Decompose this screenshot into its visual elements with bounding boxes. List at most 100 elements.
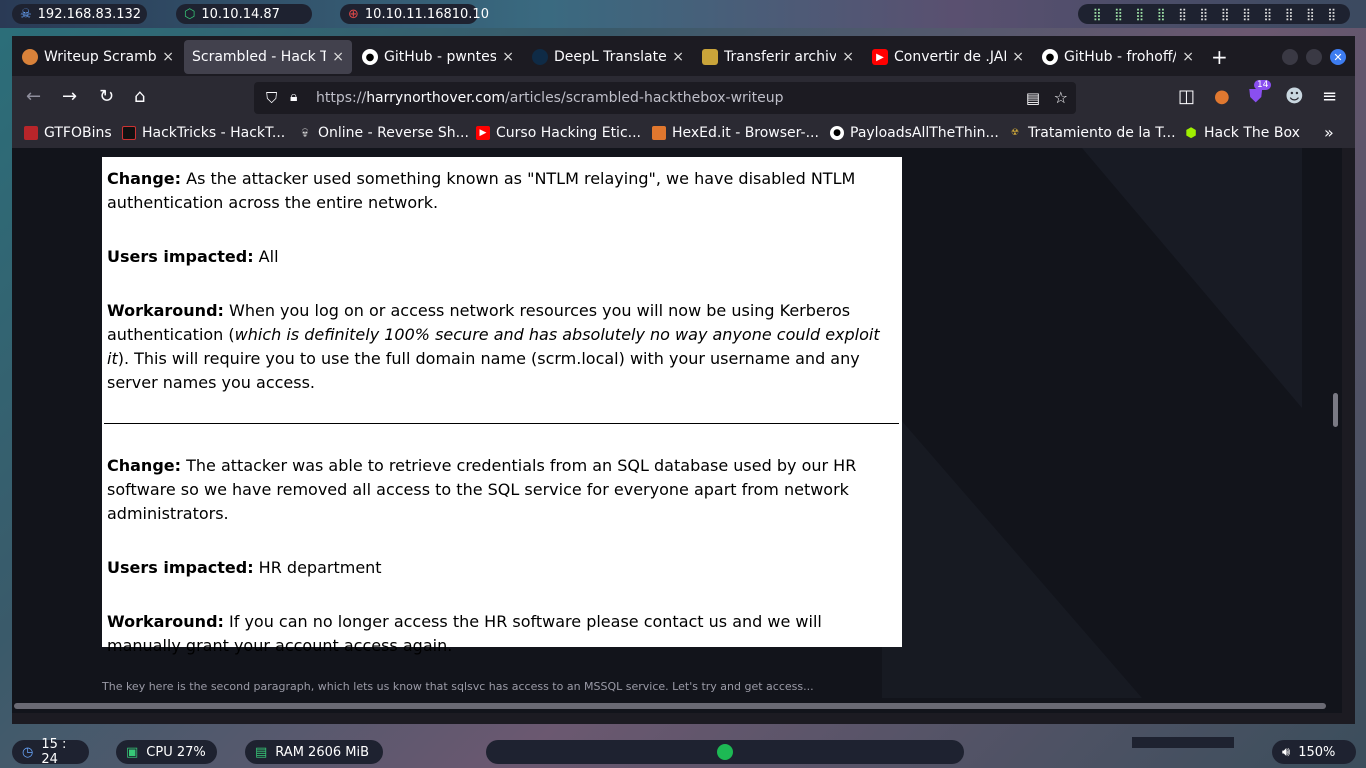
close-tab-icon[interactable]: × [162,49,174,65]
workaround-text: ). This will require you to use the full… [107,349,860,392]
pocket-icon[interactable]: ◫ [1178,86,1195,107]
extension-avatar-icon[interactable]: ☻ [1285,86,1304,107]
workspace-1[interactable]: ⣿ [1093,7,1102,21]
youtube-icon: ▶ [872,49,888,65]
local-ip-widget: ☠ 192.168.83.132 [12,4,147,24]
target-ip-widget: ⊕ 10.10.11.16810.10 [340,4,489,24]
background-shape [882,398,1142,698]
tab-github-pwntester[interactable]: ● GitHub - pwntester × [354,40,522,74]
workspace-7[interactable]: ⣿ [1221,7,1230,21]
workspace-5[interactable]: ⣿ [1178,7,1187,21]
url-bar[interactable]: ⛉ 🔒︎ https://harrynorthover.com/articles… [254,82,1076,114]
bookmark-label: Hack The Box [1204,125,1300,141]
volume-level: 150% [1298,744,1336,760]
back-icon[interactable]: ← [26,86,41,107]
close-tab-icon[interactable]: × [332,49,344,65]
bookmark-label: Online - Reverse Sh... [318,125,469,141]
close-tab-icon[interactable]: × [672,49,684,65]
skull-icon: 💀︎ [301,125,309,141]
bookmark-curso-hacking[interactable]: ▶ Curso Hacking Etic... [476,125,641,141]
more-bookmarks-icon[interactable]: » [1324,123,1334,142]
tab-title: Writeup Scrambled [44,49,157,65]
maximize-button[interactable] [1306,49,1322,65]
vertical-scrollbar[interactable] [1333,393,1338,427]
speaker-icon: 🔊︎ [1282,744,1291,760]
workspace-2[interactable]: ⣿ [1114,7,1123,21]
workspace-6[interactable]: ⣿ [1199,7,1208,21]
local-ip: 192.168.83.132 [37,6,142,22]
bookmark-label: Tratamiento de la T... [1028,125,1176,141]
clock-widget: ◷ 15 : 24 [12,737,89,767]
workspace-9[interactable]: ⣿ [1263,7,1272,21]
spotify-widget[interactable] [486,740,964,764]
bookmark-label: HackTricks - HackT... [142,125,286,141]
bookmark-gtfobins[interactable]: GTFOBins [24,125,112,141]
nav-toolbar: ← → ↻ ⌂ ⛉ 🔒︎ https://harrynorthover.com/… [12,76,1355,120]
vpn-ip: 10.10.14.87 [201,6,280,22]
system-top-bar: ☠ 192.168.83.132 ⬡ 10.10.14.87 ⊕ 10.10.1… [0,0,1366,28]
minimize-button[interactable] [1282,49,1298,65]
tab-writeup-scrambled[interactable]: Writeup Scrambled × [14,40,182,74]
change-2-paragraph: Change: The attacker was able to retriev… [107,454,896,526]
lock-icon[interactable]: 🔒︎ [290,89,297,105]
system-bottom-bar: ◷ 15 : 24 ▣ CPU 27% ▤ RAM 2606 MiB 🔊︎ 15… [0,736,1366,768]
forward-icon[interactable]: → [62,86,77,107]
tab-title: GitHub - pwntester [384,49,497,65]
change-text: The attacker was able to retrieve creden… [107,456,857,523]
workspace-12[interactable]: ⣿ [1327,7,1336,21]
tab-transferir-archivos[interactable]: Transferir archivos × [694,40,862,74]
new-tab-button[interactable]: + [1211,45,1228,69]
reader-view-icon[interactable]: ▤ [1026,89,1040,107]
tab-scrambled-htb[interactable]: Scrambled - Hack The × [184,40,352,74]
bookmark-reverse-shell[interactable]: 💀︎ Online - Reverse Sh... [298,125,469,141]
tratamiento-icon: ☢ [1010,128,1020,138]
cpu-widget: ▣ CPU 27% [116,740,217,764]
change-label: Change: [107,456,182,475]
volume-widget[interactable]: 🔊︎ 150% [1272,740,1356,764]
ram-icon: ▤ [255,744,268,760]
menu-icon[interactable]: ≡ [1322,86,1337,107]
cube-icon: ⬡ [184,6,196,22]
workspace-3[interactable]: ⣿ [1135,7,1144,21]
bookmark-hacktricks[interactable]: HackTricks - HackT... [122,125,285,141]
skull-icon: ☠ [20,6,32,22]
close-tab-icon[interactable]: × [1012,49,1024,65]
home-icon[interactable]: ⌂ [134,86,145,107]
tab-title: Convertir de .JAR [894,49,1007,65]
tab-deepl[interactable]: DeepL Translate × [524,40,692,74]
workspace-switcher[interactable]: ⣿ ⣿ ⣿ ⣿ ⣿ ⣿ ⣿ ⣿ ⣿ ⣿ ⣿ ⣿ [1078,4,1350,24]
reload-icon[interactable]: ↻ [99,86,114,107]
tab-github-frohoff[interactable]: ● GitHub - frohoff/y × [1034,40,1202,74]
users-text: All [253,247,279,266]
url-text[interactable]: https://harrynorthover.com/articles/scra… [316,90,784,106]
close-window-button[interactable]: ✕ [1330,49,1346,65]
hacktricks-icon [122,126,136,140]
bookmark-payloads[interactable]: ● PayloadsAllTheThin... [830,125,999,141]
hexed-icon [652,126,666,140]
bookmark-tratamiento[interactable]: ☢ Tratamiento de la T... [1008,125,1176,141]
ram-widget: ▤ RAM 2606 MiB [245,740,383,764]
workspace-11[interactable]: ⣿ [1306,7,1315,21]
extension-fox-icon[interactable]: ● [1214,86,1230,107]
bookmark-star-icon[interactable]: ☆ [1054,88,1068,107]
workspace-4[interactable]: ⣿ [1157,7,1166,21]
change-1-paragraph: Change: As the attacker used something k… [107,167,896,215]
horizontal-scrollbar[interactable] [14,703,1326,709]
shield-icon[interactable]: ⛉ [266,89,277,107]
tab-convertir-jar[interactable]: ▶ Convertir de .JAR × [864,40,1032,74]
users-text: HR department [253,558,382,577]
github-icon: ● [362,49,378,65]
article-caption: The key here is the second paragraph, wh… [102,680,814,693]
extension-badge: 14 [1254,80,1272,90]
bookmark-hexed[interactable]: HexEd.it - Browser-... [652,125,819,141]
close-tab-icon[interactable]: × [842,49,854,65]
workspace-10[interactable]: ⣿ [1285,7,1294,21]
bookmark-hack-the-box[interactable]: ⬢ Hack The Box [1184,125,1300,141]
background-shape [1082,148,1302,408]
close-tab-icon[interactable]: × [1182,49,1194,65]
workspace-8[interactable]: ⣿ [1242,7,1251,21]
close-tab-icon[interactable]: × [502,49,514,65]
bookmark-label: HexEd.it - Browser-... [672,125,819,141]
htb-cube-icon: ⬢ [1185,125,1197,141]
tab-title: GitHub - frohoff/y [1064,49,1177,65]
